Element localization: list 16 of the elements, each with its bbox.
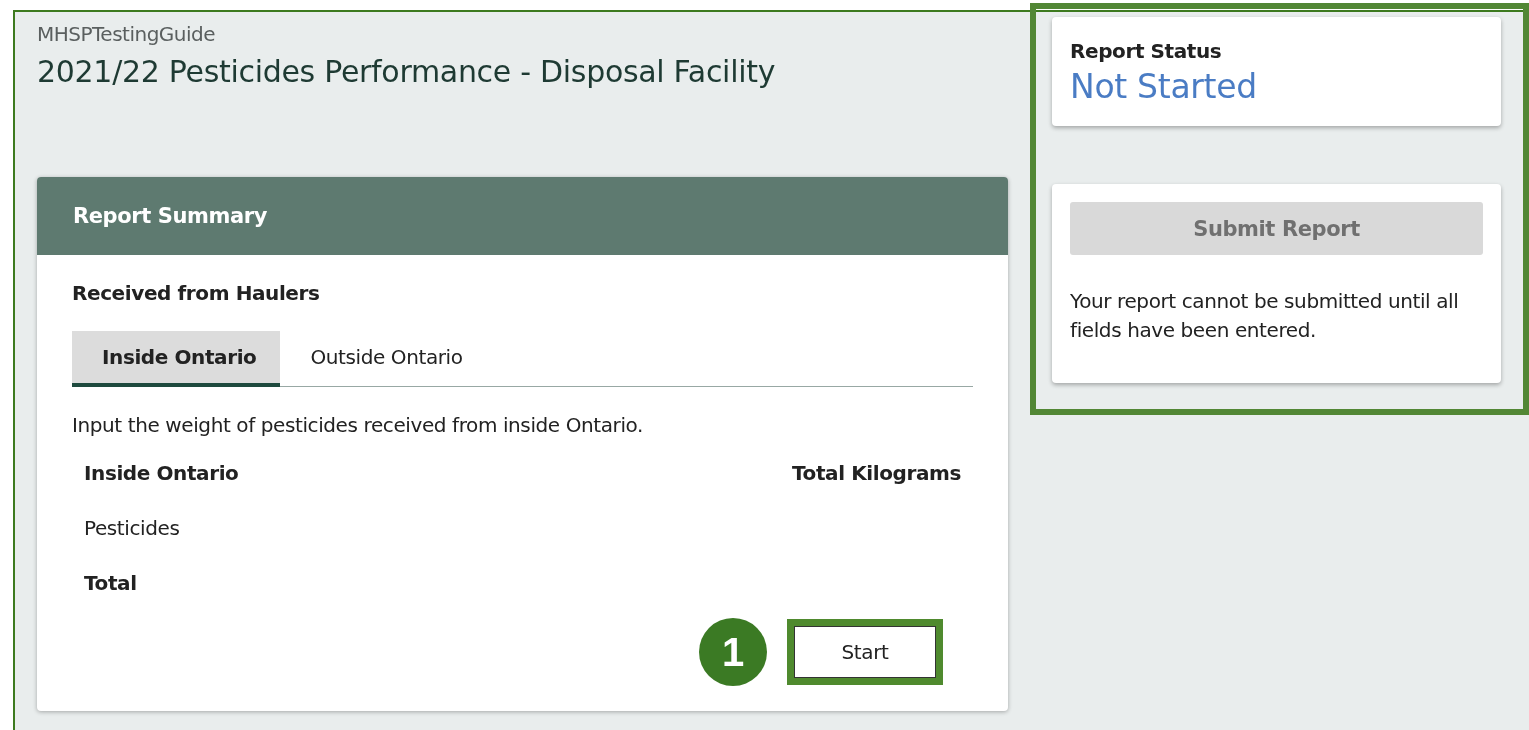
- column-header: Inside Ontario: [84, 460, 239, 485]
- tab[interactable]: Outside Ontario: [280, 331, 487, 387]
- status-label: Report Status: [1070, 39, 1223, 63]
- submit-note: Your report cannot be submitted until all fields have been entered.: [1070, 288, 1460, 344]
- tab[interactable]: Inside Ontario: [72, 331, 281, 387]
- step-badge: 1: [699, 618, 767, 686]
- start-button[interactable]: Start: [787, 619, 943, 685]
- table-cell: Total: [84, 570, 137, 595]
- status-value: Not Started: [1070, 67, 1258, 106]
- instruction-text: Input the weight of pesticides received from inside Ontario.: [72, 413, 645, 437]
- section-heading: Received from Haulers: [72, 281, 321, 305]
- column-header: Total Kilograms: [792, 460, 961, 485]
- table-cell: Pesticides: [84, 515, 180, 540]
- page-title: 2021/22 Pesticides Performance - Disposal Facility: [37, 54, 777, 89]
- card-header: Report Summary: [37, 177, 1008, 255]
- breadcrumb: MHSPTestingGuide: [37, 22, 217, 46]
